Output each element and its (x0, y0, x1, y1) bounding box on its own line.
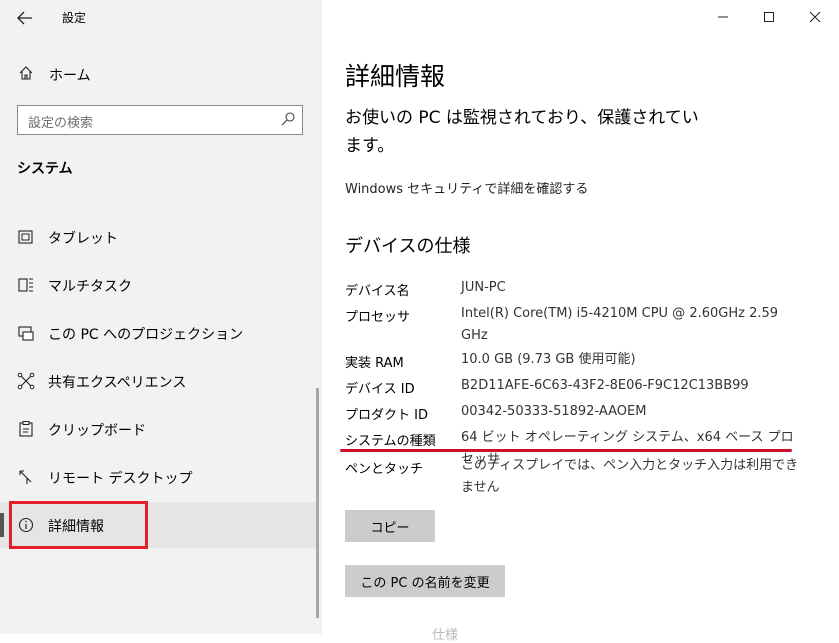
rename-pc-button[interactable]: この PC の名前を変更 (345, 565, 505, 597)
highlight-box (9, 501, 148, 549)
search-input[interactable]: 設定の検索 (17, 105, 303, 135)
sidebar-item-clipboard[interactable]: クリップボード (0, 406, 316, 452)
spec-label-system-type: システムの種類 (345, 434, 436, 449)
projection-icon (18, 326, 34, 341)
sidebar-item-label: この PC へのプロジェクション (48, 327, 244, 343)
maximize-icon (764, 12, 774, 22)
security-link[interactable]: Windows セキュリティで詳細を確認する (345, 178, 588, 197)
multitask-icon (18, 278, 33, 292)
sidebar-item-remote-desktop[interactable]: リモート デスクトップ (0, 454, 316, 500)
close-icon (809, 11, 821, 23)
device-specs-title: デバイスの仕様 (345, 236, 471, 257)
protection-message: お使いの PC は監視されており、保護されています。 (345, 108, 699, 156)
copy-button[interactable]: コピー (345, 510, 435, 542)
spec-value-ram: 10.0 GB (9.73 GB 使用可能) (461, 352, 636, 367)
spec-value-device-name: JUN-PC (461, 280, 506, 295)
spec-label-device-id: デバイス ID (345, 382, 415, 397)
sidebar-item-label: クリップボード (48, 423, 146, 439)
minimize-icon (718, 16, 728, 18)
back-arrow-icon (17, 11, 32, 25)
spec-value-product-id: 00342-50333-51892-AAOEM (461, 404, 647, 419)
sidebar-item-multitask[interactable]: マルチタスク (0, 262, 316, 308)
close-button[interactable] (792, 0, 838, 34)
sidebar-item-label: マルチタスク (48, 279, 132, 295)
sidebar-item-projection[interactable]: この PC へのプロジェクション (0, 310, 316, 356)
spec-label-device-name: デバイス名 (345, 284, 410, 299)
sidebar-item-label: タブレット (48, 231, 118, 247)
sidebar-item-label: リモート デスクトップ (48, 471, 193, 487)
search-icon (281, 112, 295, 126)
remote-desktop-icon (19, 470, 32, 484)
page-title: 詳細情報 (345, 62, 446, 91)
minimize-button[interactable] (700, 0, 746, 34)
spec-value-device-id: B2D11AFE-6C63-43F2-8E06-F9C12C13BB99 (461, 378, 749, 393)
spec-value-processor: Intel(R) Core(TM) i5-4210M CPU @ 2.60GHz… (461, 306, 779, 343)
maximize-button[interactable] (746, 0, 792, 34)
home-label: ホーム (49, 68, 91, 84)
search-placeholder: 設定の検索 (28, 116, 94, 131)
home-nav-item[interactable]: ホーム (0, 58, 322, 90)
spec-label-ram: 実装 RAM (345, 356, 404, 371)
spec-label-product-id: プロダクト ID (345, 408, 428, 423)
sidebar-item-tablet[interactable]: タブレット (0, 214, 316, 260)
clipboard-icon (19, 421, 33, 437)
spec-label-pen-touch: ペンとタッチ (345, 462, 424, 477)
spec-label-processor: プロセッサ (345, 310, 411, 325)
home-icon (19, 66, 33, 80)
sidebar-item-shared-experiences[interactable]: 共有エクスペリエンス (0, 358, 316, 404)
sidebar-item-label: 共有エクスペリエンス (48, 375, 187, 391)
spec-value-pen-touch: このディスプレイでは、ペン入力とタッチ入力は利用できません (461, 458, 799, 495)
tablet-icon (18, 230, 33, 244)
section-title: システム (17, 161, 73, 177)
sidebar: 設定 ホーム 設定の検索 システム タブレット マルチタスク この PC へのプ… (0, 0, 322, 634)
shared-experience-icon (17, 372, 35, 390)
main-content: 詳細情報 お使いの PC は監視されており、保護されています。 Windows … (322, 0, 839, 643)
back-button[interactable] (10, 4, 40, 32)
highlight-underline (340, 449, 792, 452)
sidebar-scrollbar[interactable] (316, 388, 319, 618)
app-title: 設定 (62, 11, 87, 25)
